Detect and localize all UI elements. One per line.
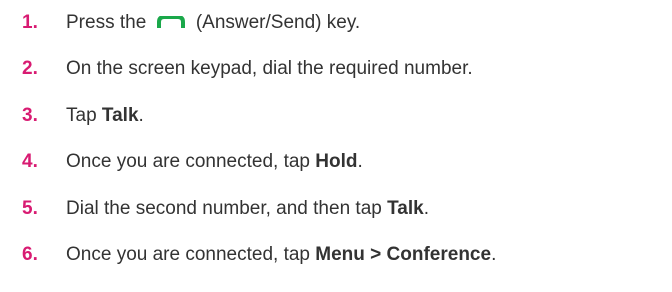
step-bold-term: Menu > Conference — [315, 243, 492, 265]
step-6: 6. Once you are connected, tap Menu > Co… — [22, 240, 666, 286]
step-number: 6. — [22, 243, 38, 265]
step-text-before: Tap — [66, 104, 102, 126]
step-bold-term: Talk — [101, 104, 139, 126]
step-text-before: Once you are connected, tap — [66, 243, 316, 265]
step-3: 3. Tap Talk. — [22, 101, 666, 147]
step-number: 4. — [22, 151, 38, 173]
step-text: Tap Talk. — [66, 101, 144, 131]
step-bold-term: Hold — [315, 151, 358, 173]
step-5: 5. Dial the second number, and then tap … — [22, 194, 666, 240]
step-number: 5. — [22, 197, 38, 219]
send-key-icon — [156, 16, 186, 29]
step-text-after: . — [491, 243, 497, 265]
step-number: 2. — [22, 58, 38, 80]
step-text-before: Once you are connected, tap — [66, 151, 316, 173]
step-bold-term: Talk — [387, 197, 424, 219]
step-text-after: (Answer/Send) key. — [195, 12, 361, 33]
step-text-before: Dial the second number, and then tap — [66, 197, 388, 219]
step-text: On the screen keypad, dial the required … — [66, 58, 473, 80]
step-1: 1. Press the (Answer/Send) key. — [22, 8, 666, 54]
step-text-after: . — [357, 151, 363, 173]
step-text: Press the (Answer/Send) key. — [66, 8, 360, 38]
step-4: 4. Once you are connected, tap Hold. — [22, 147, 666, 193]
step-number: 1. — [22, 12, 38, 33]
instruction-steps-list: 1. Press the (Answer/Send) key. 2. On th… — [22, 8, 666, 286]
step-text: Once you are connected, tap Menu > Confe… — [66, 240, 496, 270]
step-text: Dial the second number, and then tap Tal… — [66, 194, 429, 224]
step-text: Once you are connected, tap Hold. — [66, 147, 363, 177]
step-text-after: . — [138, 104, 144, 126]
step-text-before: Press the — [66, 12, 147, 33]
step-number: 3. — [22, 104, 38, 126]
step-2: 2. On the screen keypad, dial the requir… — [22, 54, 666, 100]
step-text-after: . — [423, 197, 429, 219]
